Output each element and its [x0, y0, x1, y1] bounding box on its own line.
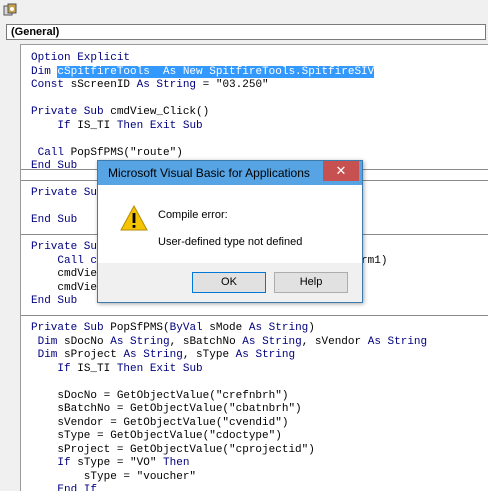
code-line[interactable]: Private Su: [31, 186, 97, 200]
code-line[interactable]: Private Sub cmdView_Click(): [31, 105, 209, 119]
code-line[interactable]: Dim sDocNo As String, sBatchNo As String…: [31, 335, 428, 349]
code-keyword: Const: [31, 79, 71, 91]
code-line[interactable]: sBatchNo = GetObjectValue("cbatnbrh"): [31, 402, 302, 416]
code-keyword: Then Exit Sub: [116, 362, 203, 375]
dialog-title: Microsoft Visual Basic for Applications: [108, 166, 310, 180]
code-keyword: Private Sub: [31, 322, 111, 334]
code-text: PopSfPMS("route"): [70, 146, 183, 159]
selected-code-text: cSpitfireTools As New SpitfireTools.Spit…: [57, 65, 375, 78]
code-line[interactable]: Dim cSpitfireTools As New SpitfireTools.…: [31, 65, 375, 79]
code-line[interactable]: If sType = "VO" Then: [31, 456, 189, 470]
code-text: PopSfPMS(: [110, 322, 170, 334]
compile-error-dialog: Microsoft Visual Basic for Applications …: [97, 160, 363, 303]
code-keyword: If: [31, 119, 78, 132]
code-line[interactable]: Option Explicit: [31, 51, 130, 65]
code-text: sDocNo: [64, 335, 111, 348]
code-text: cmdVie: [31, 268, 98, 280]
code-line[interactable]: End Sub: [31, 213, 77, 227]
code-keyword: If: [31, 457, 78, 469]
procedure-separator: [21, 315, 488, 316]
code-text: cmdVie: [31, 281, 98, 294]
code-keyword: Then: [163, 457, 190, 469]
code-keyword: Call: [31, 146, 71, 159]
code-text: , sBatchNo: [169, 335, 243, 348]
code-keyword: As String: [110, 335, 170, 348]
code-text: sProject = GetObjectValue("cprojectid"): [31, 443, 315, 456]
code-keyword: Private Su: [31, 187, 98, 199]
code-text: , sType: [182, 349, 236, 361]
code-text: sDocNo = GetObjectValue("crefnbrh"): [31, 389, 289, 402]
warning-icon: [120, 205, 148, 231]
code-text: sType = GetObjectValue("cdoctype"): [31, 430, 282, 442]
code-text: cmdView_Click(): [110, 106, 210, 118]
object-combobox[interactable]: (General): [6, 24, 486, 40]
close-icon[interactable]: ✕: [323, 161, 359, 181]
code-text: sBatchNo = GetObjectValue("cbatnbrh"): [31, 403, 302, 415]
code-keyword: Dim: [31, 335, 65, 348]
code-keyword: Private Sub: [31, 106, 111, 118]
error-title-text: Compile error:: [158, 209, 228, 221]
code-line[interactable]: Dim sProject As String, sType As String: [31, 348, 296, 362]
code-keyword: Option Explicit: [31, 52, 131, 64]
code-line[interactable]: sType = "voucher": [31, 470, 196, 484]
code-line[interactable]: sType = GetObjectValue("cdoctype"): [31, 429, 282, 443]
code-keyword: End Sub: [31, 214, 78, 226]
code-line[interactable]: sDocNo = GetObjectValue("crefnbrh"): [31, 389, 288, 403]
code-keyword: End Sub: [31, 160, 78, 172]
code-keyword: As String: [242, 335, 302, 348]
code-text: sType = "voucher": [31, 470, 197, 483]
dialog-body: Compile error: User-defined type not def…: [98, 185, 362, 263]
code-keyword: As String: [136, 79, 197, 91]
code-keyword: Dim: [31, 349, 65, 361]
code-text: sType = "VO": [77, 457, 164, 469]
dialog-footer: OK Help: [98, 263, 362, 302]
code-text: ): [308, 322, 315, 334]
code-text: IS_TI: [77, 119, 117, 132]
code-line[interactable]: sVendor = GetObjectValue("cvendid"): [31, 416, 288, 430]
ok-button[interactable]: OK: [192, 272, 266, 293]
code-line[interactable]: sProject = GetObjectValue("cprojectid"): [31, 443, 315, 457]
code-keyword: Then Exit Sub: [116, 119, 203, 132]
vba-project-icon[interactable]: [3, 3, 17, 17]
code-line[interactable]: End Sub: [31, 294, 77, 308]
code-keyword: If: [31, 362, 78, 375]
code-text: sScreenID: [70, 79, 137, 91]
code-keyword: Call c: [31, 254, 98, 267]
code-keyword: As String: [235, 349, 296, 361]
dialog-title-bar[interactable]: Microsoft Visual Basic for Applications …: [98, 161, 362, 185]
code-line[interactable]: Private Sub PopSfPMS(ByVal sMode As Stri…: [31, 321, 315, 335]
code-line[interactable]: cmdVie: [31, 267, 97, 281]
toolbar: [0, 0, 488, 22]
code-keyword: Private Su: [31, 241, 98, 253]
code-text: , sVendor: [301, 335, 368, 348]
code-text: IS_TI: [77, 362, 117, 375]
code-keyword: ByVal: [169, 322, 210, 334]
help-button[interactable]: Help: [274, 272, 348, 293]
code-keyword: As String: [367, 335, 428, 348]
code-keyword: As String: [248, 322, 309, 334]
code-text: = "03.250": [196, 79, 269, 91]
code-line[interactable]: cmdVie: [31, 281, 97, 295]
code-keyword: As String: [123, 349, 183, 361]
code-line[interactable]: Const sScreenID As String = "03.250": [31, 78, 269, 92]
code-text: sVendor = GetObjectValue("cvendid"): [31, 416, 289, 429]
error-message-text: User-defined type not defined: [158, 236, 303, 248]
code-line[interactable]: Private Su: [31, 240, 97, 254]
code-line[interactable]: End Sub: [31, 159, 77, 173]
code-text: sProject: [64, 349, 124, 361]
code-line[interactable]: If IS_TI Then Exit Sub: [31, 119, 203, 133]
code-line[interactable]: If IS_TI Then Exit Sub: [31, 362, 203, 376]
code-keyword: End Sub: [31, 295, 78, 307]
code-line[interactable]: Call PopSfPMS("route"): [31, 146, 183, 160]
code-keyword: Dim: [31, 65, 58, 78]
code-text: sMode: [209, 322, 249, 334]
